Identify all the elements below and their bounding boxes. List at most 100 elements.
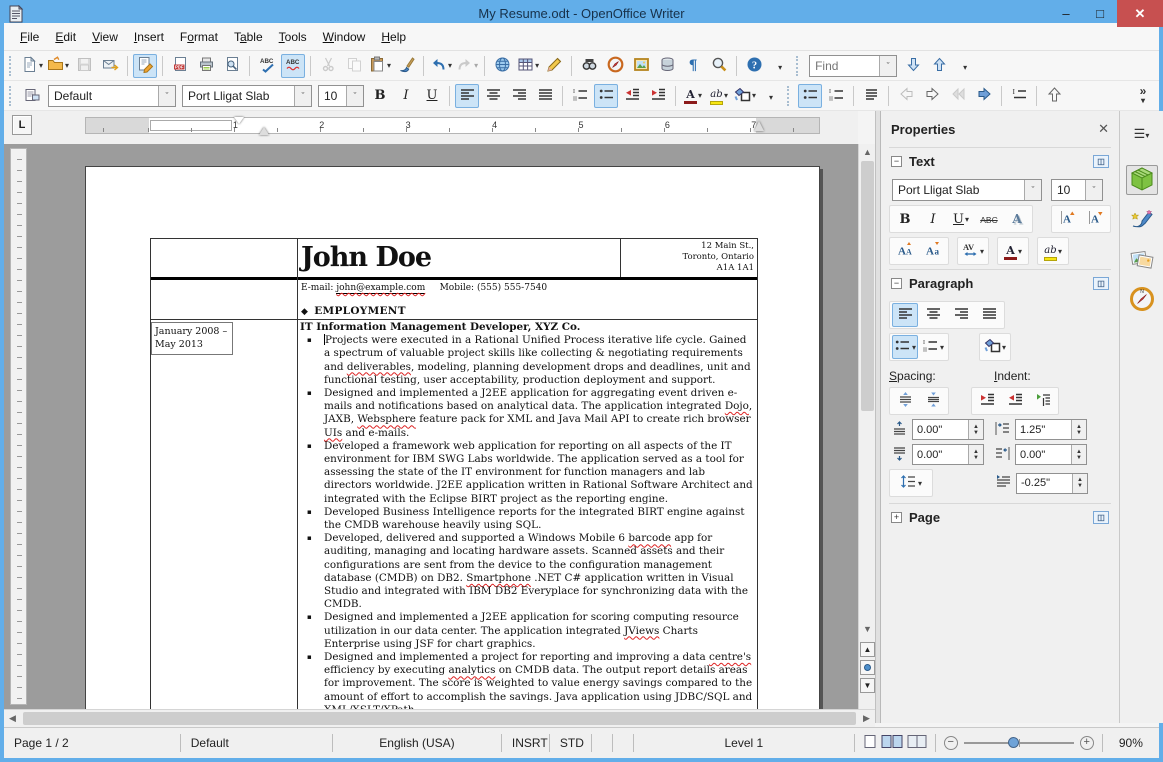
- paragraph-background-button[interactable]: ▾: [982, 335, 1008, 359]
- increase-indent-button[interactable]: [646, 84, 670, 108]
- menu-file[interactable]: File: [12, 25, 47, 49]
- paragraph-section-header[interactable]: − Paragraph ◫: [889, 269, 1111, 297]
- align-center-button[interactable]: [920, 303, 946, 327]
- resume-email[interactable]: john@example.com: [336, 283, 426, 294]
- navigator-button[interactable]: [603, 54, 627, 78]
- underline-button[interactable]: U ▾: [948, 207, 974, 231]
- menu-insert[interactable]: Insert: [126, 25, 172, 49]
- bullet-list-button[interactable]: [798, 83, 823, 108]
- align-center-button[interactable]: [481, 84, 505, 108]
- font-color-button[interactable]: A ▾: [1000, 239, 1026, 263]
- font-size-combo[interactable]: 10 ˇ: [318, 84, 364, 107]
- edit-mode-button[interactable]: [133, 53, 158, 78]
- page-section-header[interactable]: + Page ◫: [889, 503, 1111, 531]
- menu-format[interactable]: Format: [172, 25, 226, 49]
- no-list-button[interactable]: [859, 84, 883, 108]
- lowercase-button[interactable]: Aa: [920, 239, 946, 263]
- toolbar-grip[interactable]: [787, 85, 792, 106]
- open-folder-button[interactable]: ▾: [46, 54, 70, 78]
- gallery-button[interactable]: [629, 54, 653, 78]
- find-down-button[interactable]: [901, 54, 925, 78]
- toolbar-grip[interactable]: [796, 55, 801, 76]
- bold-button[interactable]: B: [368, 84, 392, 108]
- character-shadow-button[interactable]: A: [1004, 207, 1030, 231]
- maximize-button[interactable]: □: [1083, 0, 1117, 27]
- properties-tab[interactable]: [1125, 165, 1158, 195]
- demote-subpoints-button[interactable]: [972, 84, 996, 108]
- numbered-list-button[interactable]: I II: [824, 84, 848, 108]
- scroll-down-icon[interactable]: ▼: [859, 621, 876, 637]
- align-right-button[interactable]: [948, 303, 974, 327]
- toolbar-chevron-button[interactable]: » ▾: [1134, 84, 1158, 108]
- vertical-scroll-thumb[interactable]: [861, 161, 874, 411]
- zoom-button[interactable]: [707, 54, 731, 78]
- increase-font-size-button[interactable]: A: [1054, 207, 1080, 231]
- vertical-ruler[interactable]: [10, 148, 27, 705]
- move-up-button[interactable]: [1042, 84, 1066, 108]
- italic-button[interactable]: I: [394, 84, 418, 108]
- before-indent-spinner[interactable]: 1.25" ▲ ▼: [1015, 419, 1087, 440]
- multi-page-view-icon[interactable]: [881, 734, 903, 752]
- zoom-in-icon[interactable]: +: [1079, 736, 1094, 750]
- close-button[interactable]: ✕: [1117, 0, 1163, 27]
- gallery-tab[interactable]: [1126, 245, 1158, 275]
- line-spacing-button[interactable]: ▾: [898, 471, 924, 495]
- find-input[interactable]: ˇ: [809, 54, 898, 77]
- page-style-indicator[interactable]: Default: [181, 734, 334, 752]
- menu-tools[interactable]: Tools: [271, 25, 315, 49]
- highlight-color-button[interactable]: ab ▾: [1040, 239, 1066, 263]
- styles-tab[interactable]: [1126, 205, 1158, 235]
- indent-marker[interactable]: [259, 127, 269, 135]
- insert-unnumbered-entry-button[interactable]: I: [1007, 84, 1031, 108]
- hanging-indent-button[interactable]: [1030, 389, 1056, 413]
- paragraph-style-combo[interactable]: Default ˇ: [48, 84, 176, 107]
- toolbar-overflow-button[interactable]: ▾: [759, 84, 783, 108]
- scroll-right-icon[interactable]: ▶: [858, 711, 875, 727]
- decrease-spacing-button[interactable]: [920, 389, 946, 413]
- menu-help[interactable]: Help: [373, 25, 414, 49]
- book-view-icon[interactable]: [907, 734, 927, 752]
- horizontal-scrollbar[interactable]: ◀ ▶: [4, 709, 875, 727]
- minimize-button[interactable]: –: [1049, 0, 1083, 27]
- align-right-button[interactable]: [507, 84, 531, 108]
- formatting-marks-button[interactable]: ¶: [681, 54, 705, 78]
- promote-button[interactable]: [894, 84, 918, 108]
- navigator-tab[interactable]: N: [1126, 285, 1158, 315]
- new-document-button[interactable]: ▾: [20, 54, 44, 78]
- auto-spellcheck-button[interactable]: ABC: [281, 53, 306, 78]
- paragraph-style-widget-button[interactable]: [20, 84, 44, 108]
- data-sources-button[interactable]: [655, 54, 679, 78]
- language-indicator[interactable]: English (USA): [333, 734, 502, 752]
- after-indent-spinner[interactable]: 0.00" ▲ ▼: [1015, 444, 1087, 465]
- bullet-list-button[interactable]: ▾: [892, 335, 918, 359]
- collapse-icon[interactable]: −: [891, 278, 902, 289]
- previous-page-button[interactable]: ▲: [860, 642, 875, 657]
- zoom-slider-thumb[interactable]: [1007, 737, 1019, 748]
- save-button[interactable]: [72, 54, 96, 78]
- insert-mode-indicator[interactable]: INSRT: [502, 734, 550, 752]
- spellcheck-button[interactable]: ABC: [255, 54, 279, 78]
- insert-table-button[interactable]: ▾: [516, 54, 540, 78]
- menu-table[interactable]: Table: [226, 25, 271, 49]
- align-justify-button[interactable]: [976, 303, 1002, 327]
- scroll-left-icon[interactable]: ◀: [4, 711, 21, 727]
- document-page[interactable]: John Doe 12 Main St., Toronto, Ontario A1A …: [85, 166, 820, 709]
- numbered-list-button[interactable]: I II ▾: [920, 335, 946, 359]
- uppercase-button[interactable]: AA: [892, 239, 918, 263]
- menu-edit[interactable]: Edit: [47, 25, 84, 49]
- paste-button[interactable]: ▾: [368, 54, 392, 78]
- vertical-scrollbar[interactable]: ▲ ▼ ▲ ▼: [858, 144, 875, 709]
- italic-button[interactable]: I: [920, 207, 946, 231]
- page-dialog-launcher-icon[interactable]: ◫: [1093, 511, 1109, 524]
- decrease-font-size-button[interactable]: A: [1082, 207, 1108, 231]
- numbered-list-button[interactable]: I II: [568, 84, 592, 108]
- export-pdf-button[interactable]: PDF: [168, 54, 192, 78]
- font-name-combo[interactable]: Port Lligat Slab ˇ: [182, 84, 312, 107]
- expand-icon[interactable]: +: [891, 512, 902, 523]
- align-justify-button[interactable]: [533, 84, 557, 108]
- demote-button[interactable]: [920, 84, 944, 108]
- promote-subpoints-button[interactable]: [946, 84, 970, 108]
- draw-functions-button[interactable]: [542, 54, 566, 78]
- bold-button[interactable]: B: [892, 207, 918, 231]
- sidebar-close-icon[interactable]: ✕: [1098, 121, 1109, 137]
